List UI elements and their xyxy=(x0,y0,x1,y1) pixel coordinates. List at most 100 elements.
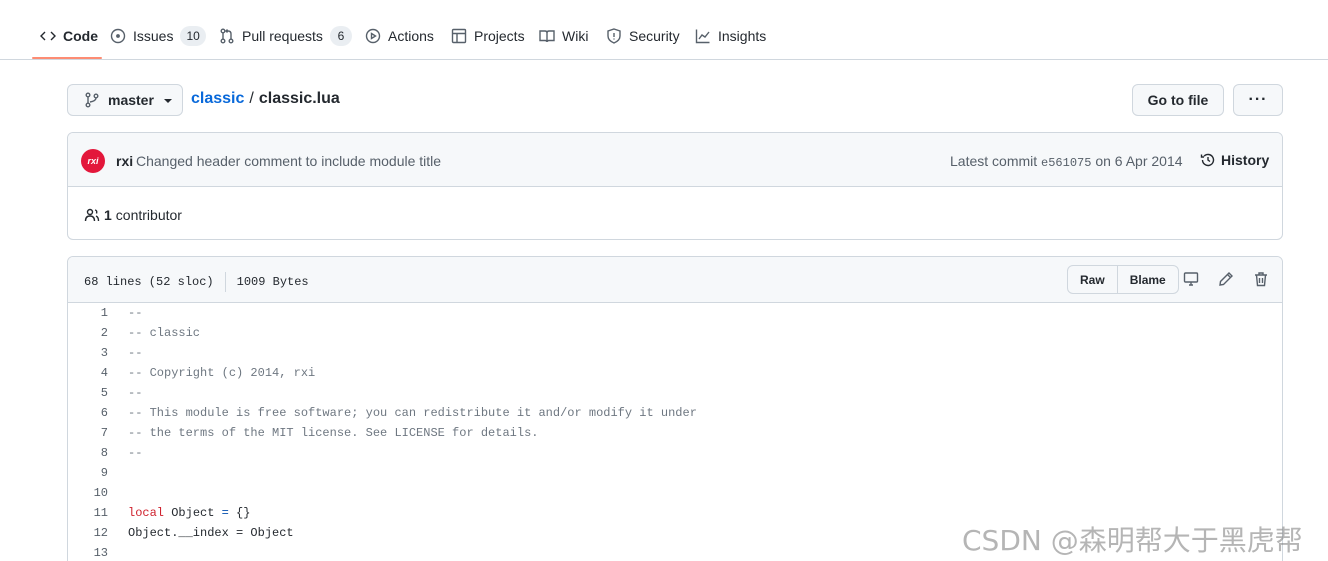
caret-down-icon xyxy=(163,99,172,103)
pull-requests-counter: 6 xyxy=(329,26,352,46)
line-content: -- xyxy=(128,306,143,320)
contributors-row[interactable]: 1 contributor xyxy=(84,207,182,223)
history-link[interactable]: History xyxy=(1200,152,1269,168)
line-content: local Object = {} xyxy=(128,503,250,523)
tab-issues-label: Issues xyxy=(133,28,174,44)
file-viewer: 68 lines (52 sloc) 1009 Bytes Raw Blame … xyxy=(67,256,1283,561)
code-line: 3 -- xyxy=(68,343,1282,363)
code-tail: {} xyxy=(228,506,251,520)
line-content: -- xyxy=(128,346,143,360)
code-line: 10 xyxy=(68,483,1282,503)
contributor-count: 1 xyxy=(104,207,112,223)
line-number[interactable]: 8 xyxy=(68,443,108,463)
tab-security-label: Security xyxy=(629,28,680,44)
avatar[interactable]: rxi xyxy=(81,149,105,173)
code-line: 7 -- the terms of the MIT license. See LI… xyxy=(68,423,1282,443)
commit-message-link[interactable]: Changed header comment to include module… xyxy=(136,153,441,169)
line-number[interactable]: 9 xyxy=(68,463,108,483)
branch-icon xyxy=(85,92,99,108)
commit-sha-link[interactable]: e561075 xyxy=(1041,156,1091,170)
line-number[interactable]: 13 xyxy=(68,543,108,561)
breadcrumb-separator: / xyxy=(249,90,254,107)
watermark: CSDN @森明帮大于黑虎帮 xyxy=(962,524,1303,557)
line-number[interactable]: 7 xyxy=(68,423,108,443)
tab-insights-label: Insights xyxy=(718,28,767,44)
avatar-logo-text: rxi xyxy=(87,156,99,166)
code-line: 4 -- Copyright (c) 2014, rxi xyxy=(68,363,1282,383)
file-lines-info: 68 lines (52 sloc) xyxy=(84,275,214,289)
code-line: 5 -- xyxy=(68,383,1282,403)
tab-pull-requests-label: Pull requests xyxy=(242,28,323,44)
history-icon xyxy=(1200,153,1215,167)
commit-date: on 6 Apr 2014 xyxy=(1095,153,1183,169)
line-content: -- xyxy=(128,386,143,400)
history-label: History xyxy=(1221,152,1270,168)
code-operator: = xyxy=(221,506,229,520)
issues-counter: 10 xyxy=(180,26,206,46)
issue-icon xyxy=(110,28,126,44)
tab-security[interactable]: Security xyxy=(606,20,680,52)
line-number[interactable]: 10 xyxy=(68,483,108,503)
commit-meta: Latest commit e561075 on 6 Apr 2014 xyxy=(950,153,1183,170)
tab-insights[interactable]: Insights xyxy=(695,20,766,52)
desktop-button[interactable] xyxy=(1183,271,1199,287)
file-header: 68 lines (52 sloc) 1009 Bytes Raw Blame xyxy=(68,257,1282,303)
raw-button[interactable]: Raw xyxy=(1068,266,1117,293)
play-icon xyxy=(365,28,381,44)
latest-commit-box: rxi rxi Changed header comment to includ… xyxy=(67,132,1283,240)
line-number[interactable]: 6 xyxy=(68,403,108,423)
line-number[interactable]: 11 xyxy=(68,503,108,523)
line-content: -- classic xyxy=(128,326,201,340)
shield-icon xyxy=(607,28,621,44)
code-icon xyxy=(40,31,56,41)
tab-code[interactable]: Code xyxy=(40,20,98,52)
line-number[interactable]: 12 xyxy=(68,523,108,543)
edit-button[interactable] xyxy=(1218,271,1234,287)
pencil-icon xyxy=(1219,272,1233,286)
repo-nav: Code Issues 10 Pull requests 6 Actions P… xyxy=(0,0,1328,60)
more-options-button[interactable]: ··· xyxy=(1233,84,1283,116)
commit-author-link[interactable]: rxi xyxy=(116,153,133,169)
line-content: Object.__index = Object xyxy=(128,526,294,540)
latest-commit-label: Latest commit xyxy=(950,153,1038,169)
tab-wiki[interactable]: Wiki xyxy=(539,20,588,52)
tab-projects[interactable]: Projects xyxy=(451,20,525,52)
tab-actions-label: Actions xyxy=(388,28,434,44)
tab-issues[interactable]: Issues 10 xyxy=(110,20,206,52)
line-content: -- the terms of the MIT license. See LIC… xyxy=(128,426,539,440)
tab-code-label: Code xyxy=(63,28,98,44)
line-number[interactable]: 1 xyxy=(68,303,108,323)
line-number[interactable]: 5 xyxy=(68,383,108,403)
line-number[interactable]: 2 xyxy=(68,323,108,343)
tab-pull-requests[interactable]: Pull requests 6 xyxy=(219,20,352,52)
breadcrumb-repo-link[interactable]: classic xyxy=(191,90,244,108)
file-size: 1009 Bytes xyxy=(236,275,309,289)
commit-row: rxi rxi Changed header comment to includ… xyxy=(68,133,1282,187)
go-to-file-button[interactable]: Go to file xyxy=(1132,84,1224,116)
keyword-local: local xyxy=(128,506,165,520)
branch-name: master xyxy=(108,92,154,108)
file-info-divider xyxy=(224,272,226,292)
code-line: 9 xyxy=(68,463,1282,483)
code-line: 6 -- This module is free software; you ca… xyxy=(68,403,1282,423)
contributor-label: contributor xyxy=(115,207,182,223)
desktop-icon xyxy=(1183,272,1199,286)
code-line: 8 -- xyxy=(68,443,1282,463)
line-content: -- This module is free software; you can… xyxy=(128,406,697,420)
branch-selector[interactable]: master xyxy=(67,84,183,116)
code-line: 2 -- classic xyxy=(68,323,1282,343)
graph-icon xyxy=(695,29,710,44)
people-icon xyxy=(84,208,100,222)
blame-button[interactable]: Blame xyxy=(1116,266,1178,293)
line-number[interactable]: 3 xyxy=(68,343,108,363)
tab-actions[interactable]: Actions xyxy=(365,20,434,52)
code-identifier: Object xyxy=(164,506,222,520)
delete-button[interactable] xyxy=(1253,271,1269,287)
active-tab-underline xyxy=(32,57,102,59)
pull-request-icon xyxy=(220,28,234,44)
tab-projects-label: Projects xyxy=(474,28,525,44)
file-info: 68 lines (52 sloc) 1009 Bytes xyxy=(84,272,309,292)
tab-wiki-label: Wiki xyxy=(562,28,589,44)
line-number[interactable]: 4 xyxy=(68,363,108,383)
line-content: -- xyxy=(128,446,143,460)
